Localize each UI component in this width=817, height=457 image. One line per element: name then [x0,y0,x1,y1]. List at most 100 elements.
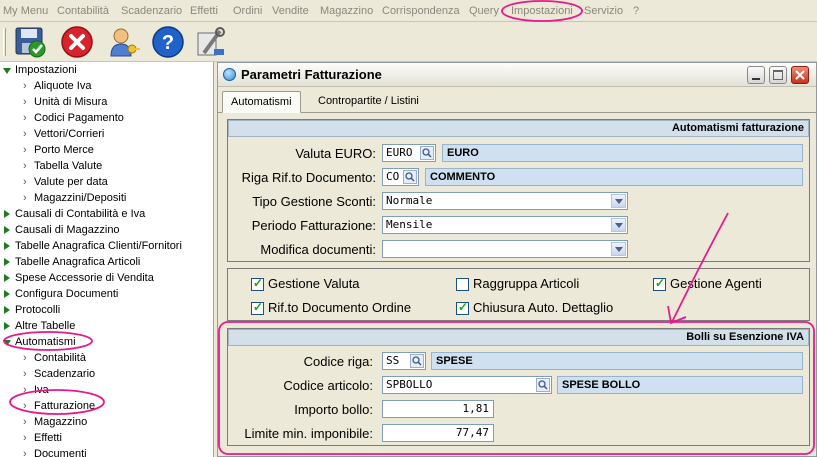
toolbar: ? [0,22,817,62]
tree-label: Causali di Contabilità e Iva [15,208,146,220]
raggruppa-checkbox[interactable] [456,278,469,291]
valuta-description: EURO [442,144,803,162]
tree-item-tabella-valute[interactable]: › Tabella Valute [0,159,200,175]
modifica-select[interactable] [382,240,628,258]
codice-riga-field[interactable]: SS [382,352,426,370]
tree-item-codici-pagamento[interactable]: › Codici Pagamento [0,111,200,127]
tree-item-contabilita[interactable]: › Contabilità [0,351,200,367]
valuta-label: Valuta EURO: [295,146,376,161]
menu-magazzino[interactable]: Magazzino [320,5,373,17]
menu-corrispondenza[interactable]: Corrispondenza [382,5,460,17]
menu-vendite[interactable]: Vendite [272,5,309,17]
gestione-valuta-label: Gestione Valuta [268,276,360,291]
tree-node-configura-documenti[interactable]: Configura Documenti [0,287,210,303]
tree-item-documenti[interactable]: › Documenti [0,447,200,457]
rif-ordine-checkbox[interactable] [251,300,264,315]
tree-label: Magazzini/Depositi [34,192,127,204]
tree-node-protocolli[interactable]: Protocolli [0,303,210,319]
tree-item-effetti[interactable]: › Effetti [0,431,200,447]
minimize-button[interactable] [747,66,765,84]
tree-label: Automatismi [15,336,76,348]
tab-contropartite-listini[interactable]: Contropartite / Listini [310,91,427,113]
tab-label: Automatismi [231,96,292,108]
menu-bar: My Menu Contabilità Scadenzario Effetti … [0,0,817,22]
dropdown-arrow-icon[interactable] [611,218,626,232]
periodo-select[interactable]: Mensile [382,216,628,234]
window-app-icon [223,68,236,81]
dropdown-arrow-icon[interactable] [611,194,626,208]
tree-label: Causali di Magazzino [15,224,120,236]
gestione-valuta-checkbox[interactable] [251,276,264,291]
tree-item-magazzino[interactable]: › Magazzino [0,415,200,431]
close-window-button[interactable] [791,66,809,84]
tree-item-magazzini[interactable]: › Magazzini/Depositi [0,191,200,207]
tree-item-fatturazione[interactable]: › Fatturazione [0,399,200,415]
tab-label: Contropartite / Listini [318,95,419,107]
tree-item-vettori[interactable]: › Vettori/Corrieri [0,127,200,143]
codice-articolo-value: SPBOLLO [386,378,433,391]
tab-automatismi[interactable]: Automatismi [222,91,301,113]
chevron-right-icon: › [23,368,27,380]
tree-node-causali-contabilita[interactable]: Causali di Contabilità e Iva [0,207,210,223]
tree-item-iva[interactable]: › Iva [0,383,200,399]
sconti-label: Tipo Gestione Sconti: [252,194,376,209]
tree-node-anagrafica-articoli[interactable]: Tabelle Anagrafica Articoli [0,255,210,271]
tree-node-spese-accessorie[interactable]: Spese Accessorie di Vendita [0,271,210,287]
tools-icon[interactable] [194,25,228,59]
dropdown-arrow-icon[interactable] [611,242,626,256]
menu-ordini[interactable]: Ordini [233,5,262,17]
tree-item-scadenzario[interactable]: › Scadenzario [0,367,200,383]
tree-label: Contabilità [34,352,86,364]
tree-label: Spese Accessorie di Vendita [15,272,154,284]
tree-label: Magazzino [34,416,88,428]
chevron-right-icon: › [23,448,27,457]
chiusura-checkbox[interactable] [456,300,469,315]
codice-articolo-field[interactable]: SPBOLLO [382,376,552,394]
window-title-bar[interactable]: Parametri Fatturazione [218,63,816,87]
close-icon[interactable] [60,25,94,59]
menu-query[interactable]: Query [469,5,499,17]
help-icon[interactable]: ? [151,25,185,59]
riga-code-field[interactable]: CO [382,168,419,186]
tree-label: Tabella Valute [34,160,103,172]
user-key-icon[interactable] [107,25,141,59]
tree-node-anagrafica-clienti[interactable]: Tabelle Anagrafica Clienti/Fornitori [0,239,210,255]
lookup-icon[interactable] [403,170,417,184]
maximize-button[interactable] [769,66,787,84]
menu-scadenzario[interactable]: Scadenzario [121,5,182,17]
bolli-panel: Bolli su Esenzione IVA Codice riga: SS S… [227,328,810,446]
menu-my-menu[interactable]: My Menu [3,5,48,17]
menu-impostazioni[interactable]: Impostazioni [511,5,573,17]
lookup-icon[interactable] [420,146,434,160]
riga-description: COMMENTO [425,168,803,186]
menu-contabilita[interactable]: Contabilità [57,5,109,17]
tree-label: Porto Merce [34,144,94,156]
tree-node-causali-magazzino[interactable]: Causali di Magazzino [0,223,210,239]
tree-item-aliquote-iva[interactable]: › Aliquote Iva [0,79,200,95]
tree-node-automatismi[interactable]: Automatismi [0,335,200,351]
lookup-icon[interactable] [536,378,550,392]
save-icon[interactable] [13,25,47,59]
lookup-icon[interactable] [410,354,424,368]
tree-label: Valute per data [34,176,108,188]
sconti-select[interactable]: Normale [382,192,628,210]
limite-field[interactable]: 77,47 [382,424,494,442]
parametri-fatturazione-window: Parametri Fatturazione Automatismi Contr… [217,62,817,457]
tree-item-porto-merce[interactable]: › Porto Merce [0,143,200,159]
periodo-label: Periodo Fatturazione: [251,218,376,233]
tree-node-altre-tabelle[interactable]: Altre Tabelle [0,319,210,335]
chevron-right-icon: › [23,352,27,364]
chevron-right-icon: › [23,80,27,92]
gestione-agenti-checkbox[interactable] [653,276,666,291]
valuta-code-field[interactable]: EURO [382,144,436,162]
importo-label: Importo bollo: [294,402,373,417]
tree-item-unita-misura[interactable]: › Unità di Misura [0,95,200,111]
chevron-right-icon: › [23,192,27,204]
tree-item-valute-data[interactable]: › Valute per data [0,175,200,191]
menu-help[interactable]: ? [633,5,639,17]
menu-servizio[interactable]: Servizio [584,5,623,17]
collapsed-arrow-icon [4,290,10,298]
tree-node-impostazioni[interactable]: Impostazioni [0,63,200,79]
menu-effetti[interactable]: Effetti [190,5,218,17]
importo-field[interactable]: 1,81 [382,400,494,418]
